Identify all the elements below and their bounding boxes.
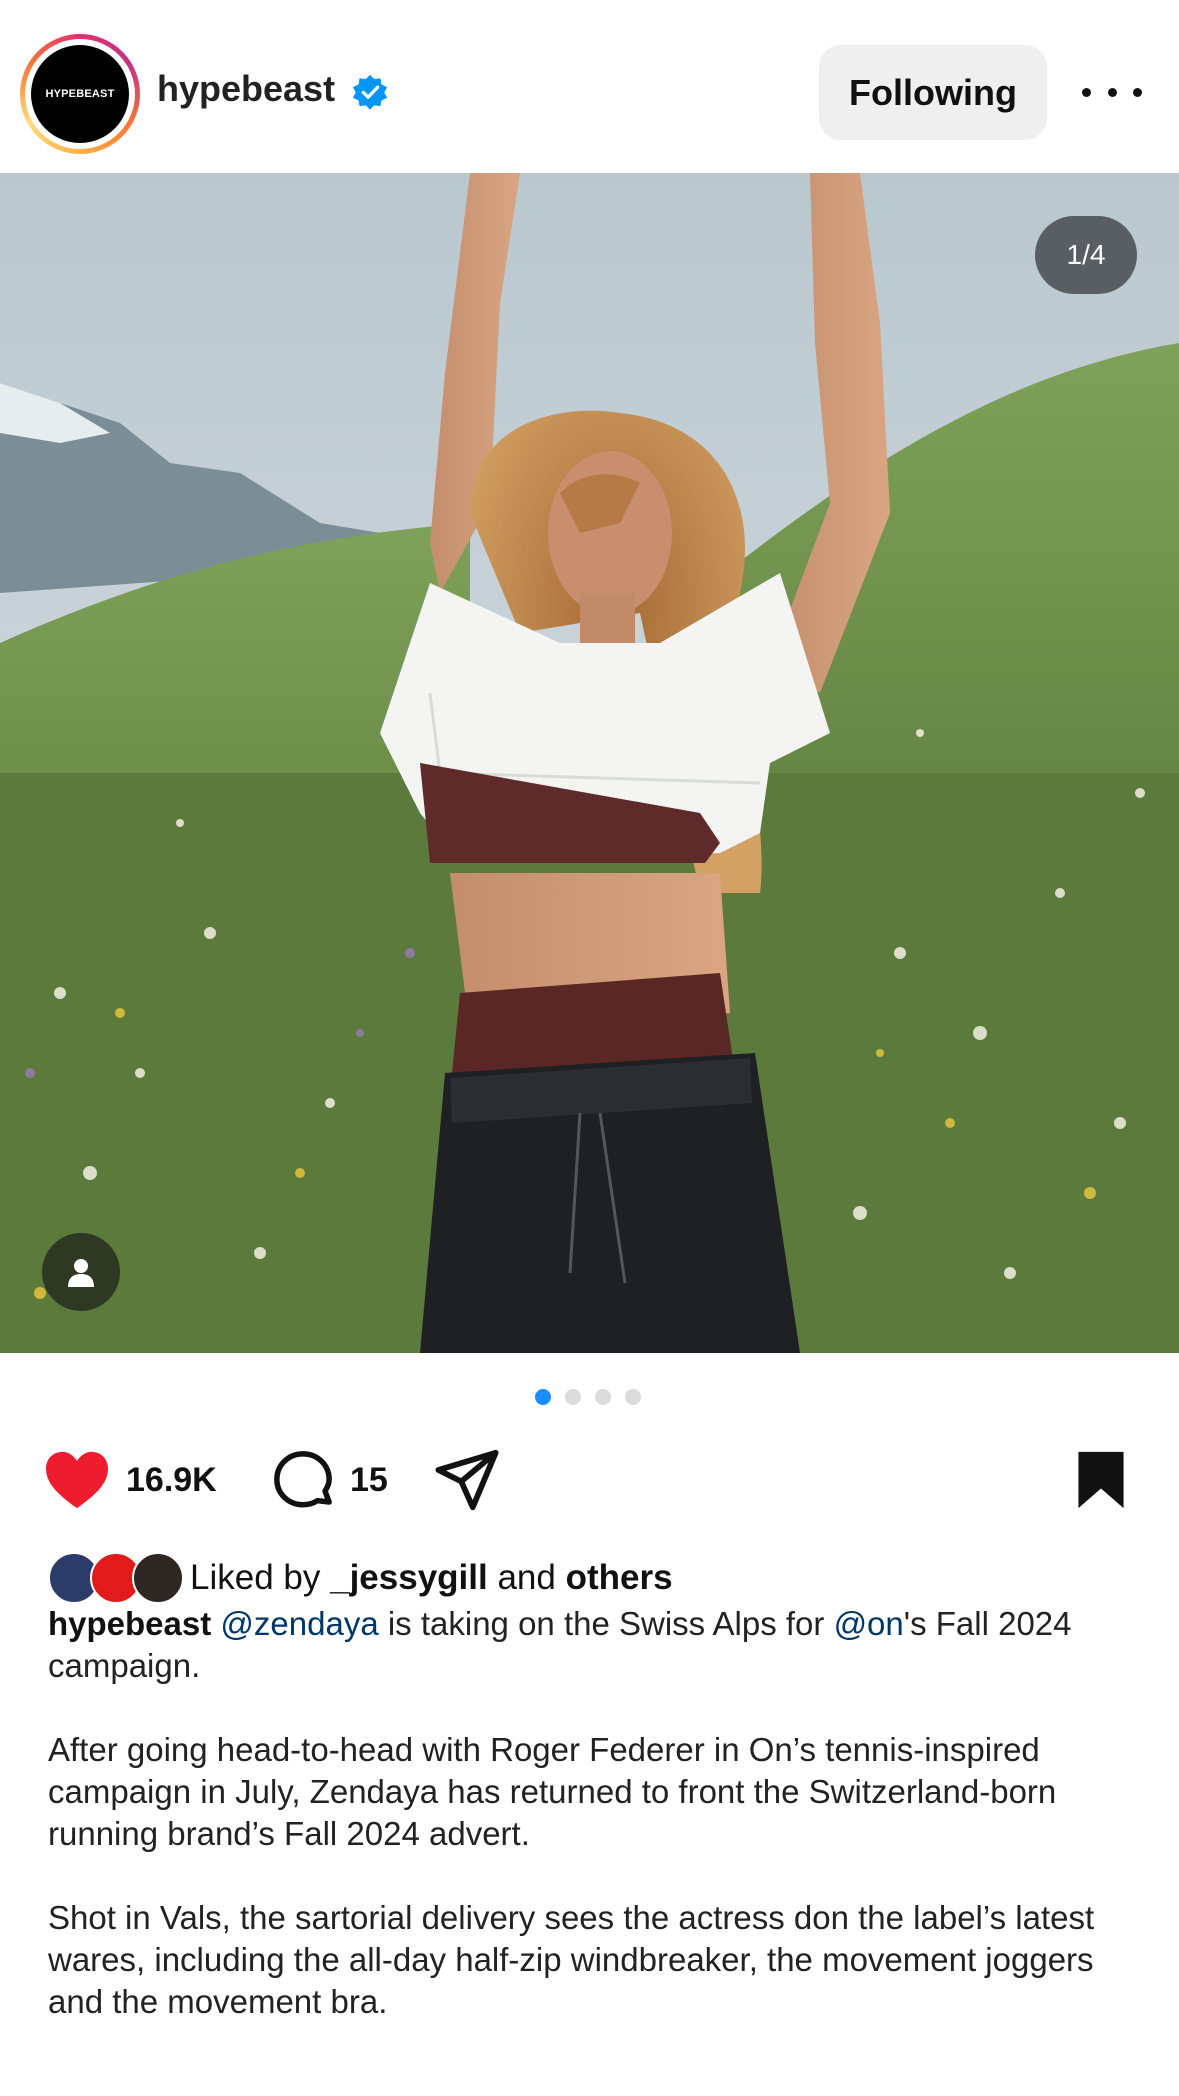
tagged-users-icon[interactable] bbox=[42, 1233, 120, 1311]
caption-paragraph-1: hypebeast @zendaya is taking on the Swis… bbox=[48, 1603, 1138, 1687]
liked-by-others[interactable]: others bbox=[566, 1558, 673, 1597]
save-action[interactable] bbox=[1072, 1440, 1130, 1520]
share-action[interactable] bbox=[432, 1440, 502, 1520]
post-header: HYPEBEAST hypebeast Following bbox=[0, 0, 1179, 173]
carousel-dot-2 bbox=[565, 1389, 581, 1405]
caption-paragraph-3: Shot in Vals, the sartorial delivery see… bbox=[48, 1899, 1095, 2020]
more-options-icon[interactable] bbox=[1082, 78, 1142, 106]
mention-on[interactable]: @on bbox=[834, 1605, 904, 1642]
profile-avatar[interactable]: HYPEBEAST bbox=[20, 34, 140, 154]
carousel-dot-1 bbox=[535, 1389, 551, 1405]
caption-paragraph-2: After going head-to-head with Roger Fede… bbox=[48, 1731, 1057, 1852]
avatar-inner: HYPEBEAST bbox=[25, 39, 135, 149]
liked-by-and: and bbox=[497, 1558, 556, 1597]
following-button[interactable]: Following bbox=[819, 45, 1047, 140]
liked-by-text: Liked by _jessygill and others bbox=[190, 1558, 673, 1598]
liked-by-user[interactable]: _jessygill bbox=[330, 1558, 488, 1597]
post-image[interactable] bbox=[0, 173, 1179, 1353]
likes-count: 16.9K bbox=[126, 1460, 217, 1499]
image-counter: 1/4 bbox=[1035, 216, 1137, 294]
carousel-dot-3 bbox=[595, 1389, 611, 1405]
liker-avatars bbox=[48, 1552, 184, 1604]
verified-badge-icon bbox=[352, 74, 388, 110]
photo-illustration bbox=[0, 173, 1179, 1353]
send-icon[interactable] bbox=[432, 1447, 502, 1513]
caption-text-1: is taking on the Swiss Alps for bbox=[378, 1605, 834, 1642]
carousel-dot-4 bbox=[625, 1389, 641, 1405]
post-caption: hypebeast @zendaya is taking on the Swis… bbox=[48, 1603, 1138, 2065]
like-action[interactable]: 16.9K bbox=[42, 1440, 217, 1520]
bookmark-icon[interactable] bbox=[1072, 1449, 1130, 1511]
mention-zendaya[interactable]: @zendaya bbox=[220, 1605, 378, 1642]
action-bar: 16.9K 15 bbox=[0, 1440, 1179, 1520]
liked-by-prefix: Liked by bbox=[190, 1558, 321, 1597]
comment-action[interactable]: 15 bbox=[270, 1440, 388, 1520]
liker-avatar bbox=[132, 1552, 184, 1604]
comments-count: 15 bbox=[350, 1460, 388, 1499]
avatar-logo: HYPEBEAST bbox=[31, 45, 129, 143]
liked-by-row[interactable]: Liked by _jessygill and others bbox=[48, 1552, 673, 1604]
username[interactable]: hypebeast bbox=[157, 68, 335, 110]
heart-icon[interactable] bbox=[42, 1449, 112, 1511]
caption-author[interactable]: hypebeast bbox=[48, 1605, 211, 1642]
carousel-indicator bbox=[535, 1389, 641, 1405]
comment-icon[interactable] bbox=[270, 1447, 336, 1513]
